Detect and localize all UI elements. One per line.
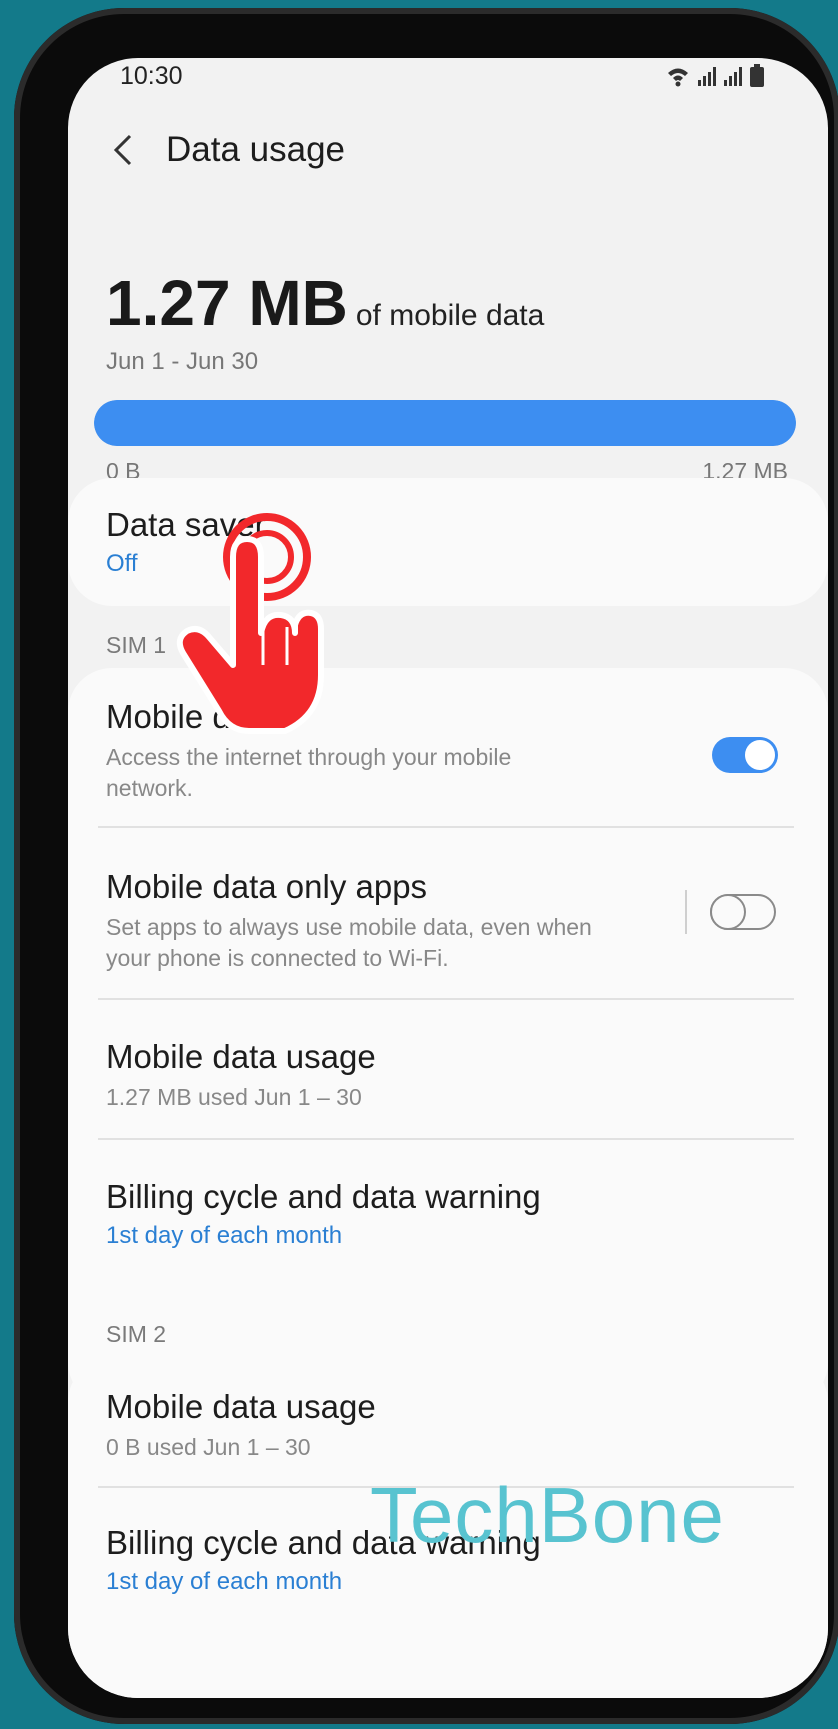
usage-value: 1.27 MB — [106, 267, 348, 339]
watermark-logo: TechBone — [370, 1471, 725, 1559]
sim2-billing-cycle-detail: 1st day of each month — [106, 1568, 343, 1595]
usage-period: Jun 1 - Jun 30 — [106, 348, 259, 375]
toggle-separator — [685, 890, 687, 934]
signal-icon — [724, 67, 742, 86]
toggle-knob — [744, 739, 776, 771]
divider — [98, 998, 794, 1000]
billing-cycle-title: Billing cycle and data warning — [106, 1178, 541, 1215]
billing-cycle-item[interactable]: Billing cycle and data warning 1st day o… — [106, 1178, 788, 1250]
status-icons — [668, 64, 764, 87]
usage-bar — [94, 400, 796, 446]
status-time: 10:30 — [120, 62, 183, 90]
tap-hand-icon — [176, 513, 324, 734]
mobile-data-only-apps-description: Set apps to always use mobile data, even… — [106, 914, 592, 971]
sim2-mobile-data-usage-item[interactable]: Mobile data usage 0 B used Jun 1 – 30 — [106, 1388, 788, 1463]
battery-icon — [750, 64, 764, 87]
mobile-data-only-apps-toggle[interactable] — [710, 894, 776, 930]
mobile-data-usage-detail: 1.27 MB used Jun 1 – 30 — [106, 1084, 362, 1110]
divider — [98, 1138, 794, 1140]
sim2-mobile-data-usage-title: Mobile data usage — [106, 1388, 376, 1425]
sim1-card: Mobile data Access the internet through … — [68, 668, 828, 1406]
page-title: Data usage — [166, 130, 346, 169]
toggle-knob — [710, 894, 746, 930]
sim2-mobile-data-usage-detail: 0 B used Jun 1 – 30 — [106, 1434, 311, 1460]
chevron-left-icon[interactable] — [108, 130, 138, 170]
mobile-data-toggle[interactable] — [712, 737, 778, 773]
signal-icon — [698, 67, 716, 86]
usage-summary: 1.27 MB of mobile data — [106, 266, 544, 340]
divider — [98, 826, 794, 828]
usage-suffix: of mobile data — [355, 299, 545, 332]
wifi-icon — [668, 68, 688, 87]
phone-frame: 10:30 Data usage 1.27 MBof mobile data — [14, 8, 838, 1724]
section-sim2: SIM 2 — [106, 1321, 167, 1347]
usage-bar-fill — [94, 400, 796, 446]
mobile-data-usage-title: Mobile data usage — [106, 1038, 376, 1075]
mobile-data-usage-item[interactable]: Mobile data usage 1.27 MB used Jun 1 – 3… — [106, 1038, 788, 1113]
mobile-data-description: Access the internet through your mobile … — [106, 744, 512, 801]
billing-cycle-detail: 1st day of each month — [106, 1222, 343, 1249]
screen: 10:30 Data usage 1.27 MBof mobile data — [68, 58, 828, 1698]
